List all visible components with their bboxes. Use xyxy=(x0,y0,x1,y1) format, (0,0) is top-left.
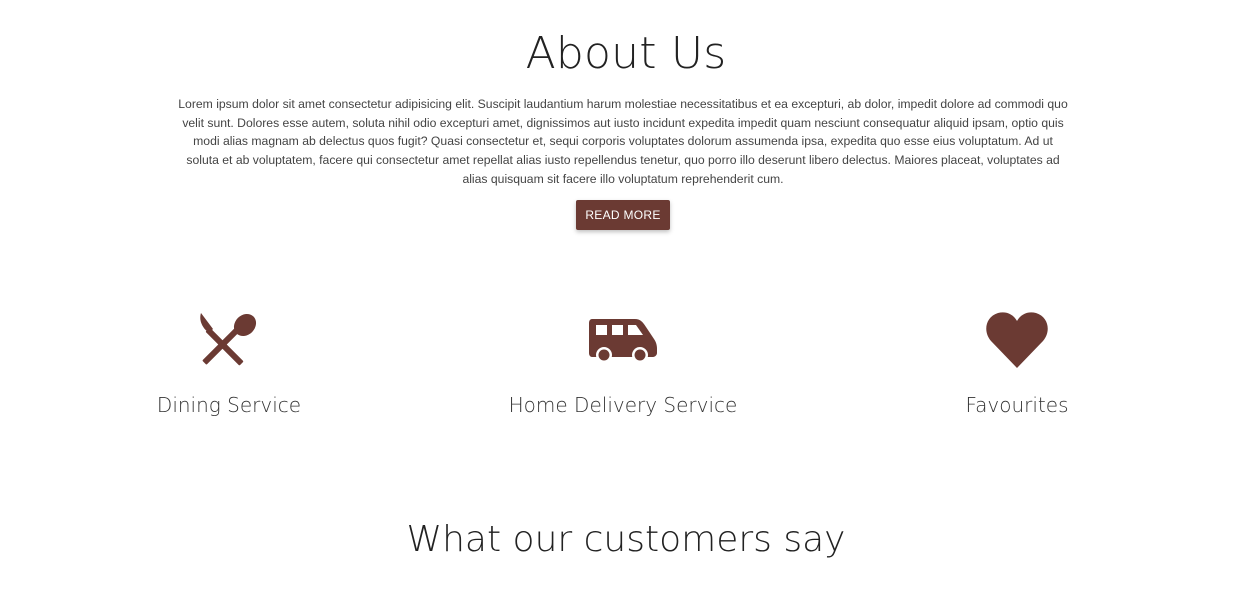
service-home-delivery: Home Delivery Service xyxy=(493,300,753,420)
van-icon xyxy=(493,300,753,380)
service-label: Favourites xyxy=(965,393,1069,417)
utensils-icon xyxy=(99,300,359,380)
testimonials-title: What our customers say xyxy=(406,519,846,560)
service-favourites: Favourites xyxy=(887,300,1147,420)
read-more-button[interactable]: READ MORE xyxy=(576,200,670,230)
page: About Us Lorem ipsum dolor sit amet cons… xyxy=(0,0,1252,607)
about-title: About Us xyxy=(525,28,727,79)
service-dining: Dining Service xyxy=(99,300,359,420)
service-label: Home Delivery Service xyxy=(508,393,738,417)
heart-icon xyxy=(887,300,1147,380)
service-label: Dining Service xyxy=(156,393,302,417)
about-text: Lorem ipsum dolor sit amet consectetur a… xyxy=(178,97,1068,186)
